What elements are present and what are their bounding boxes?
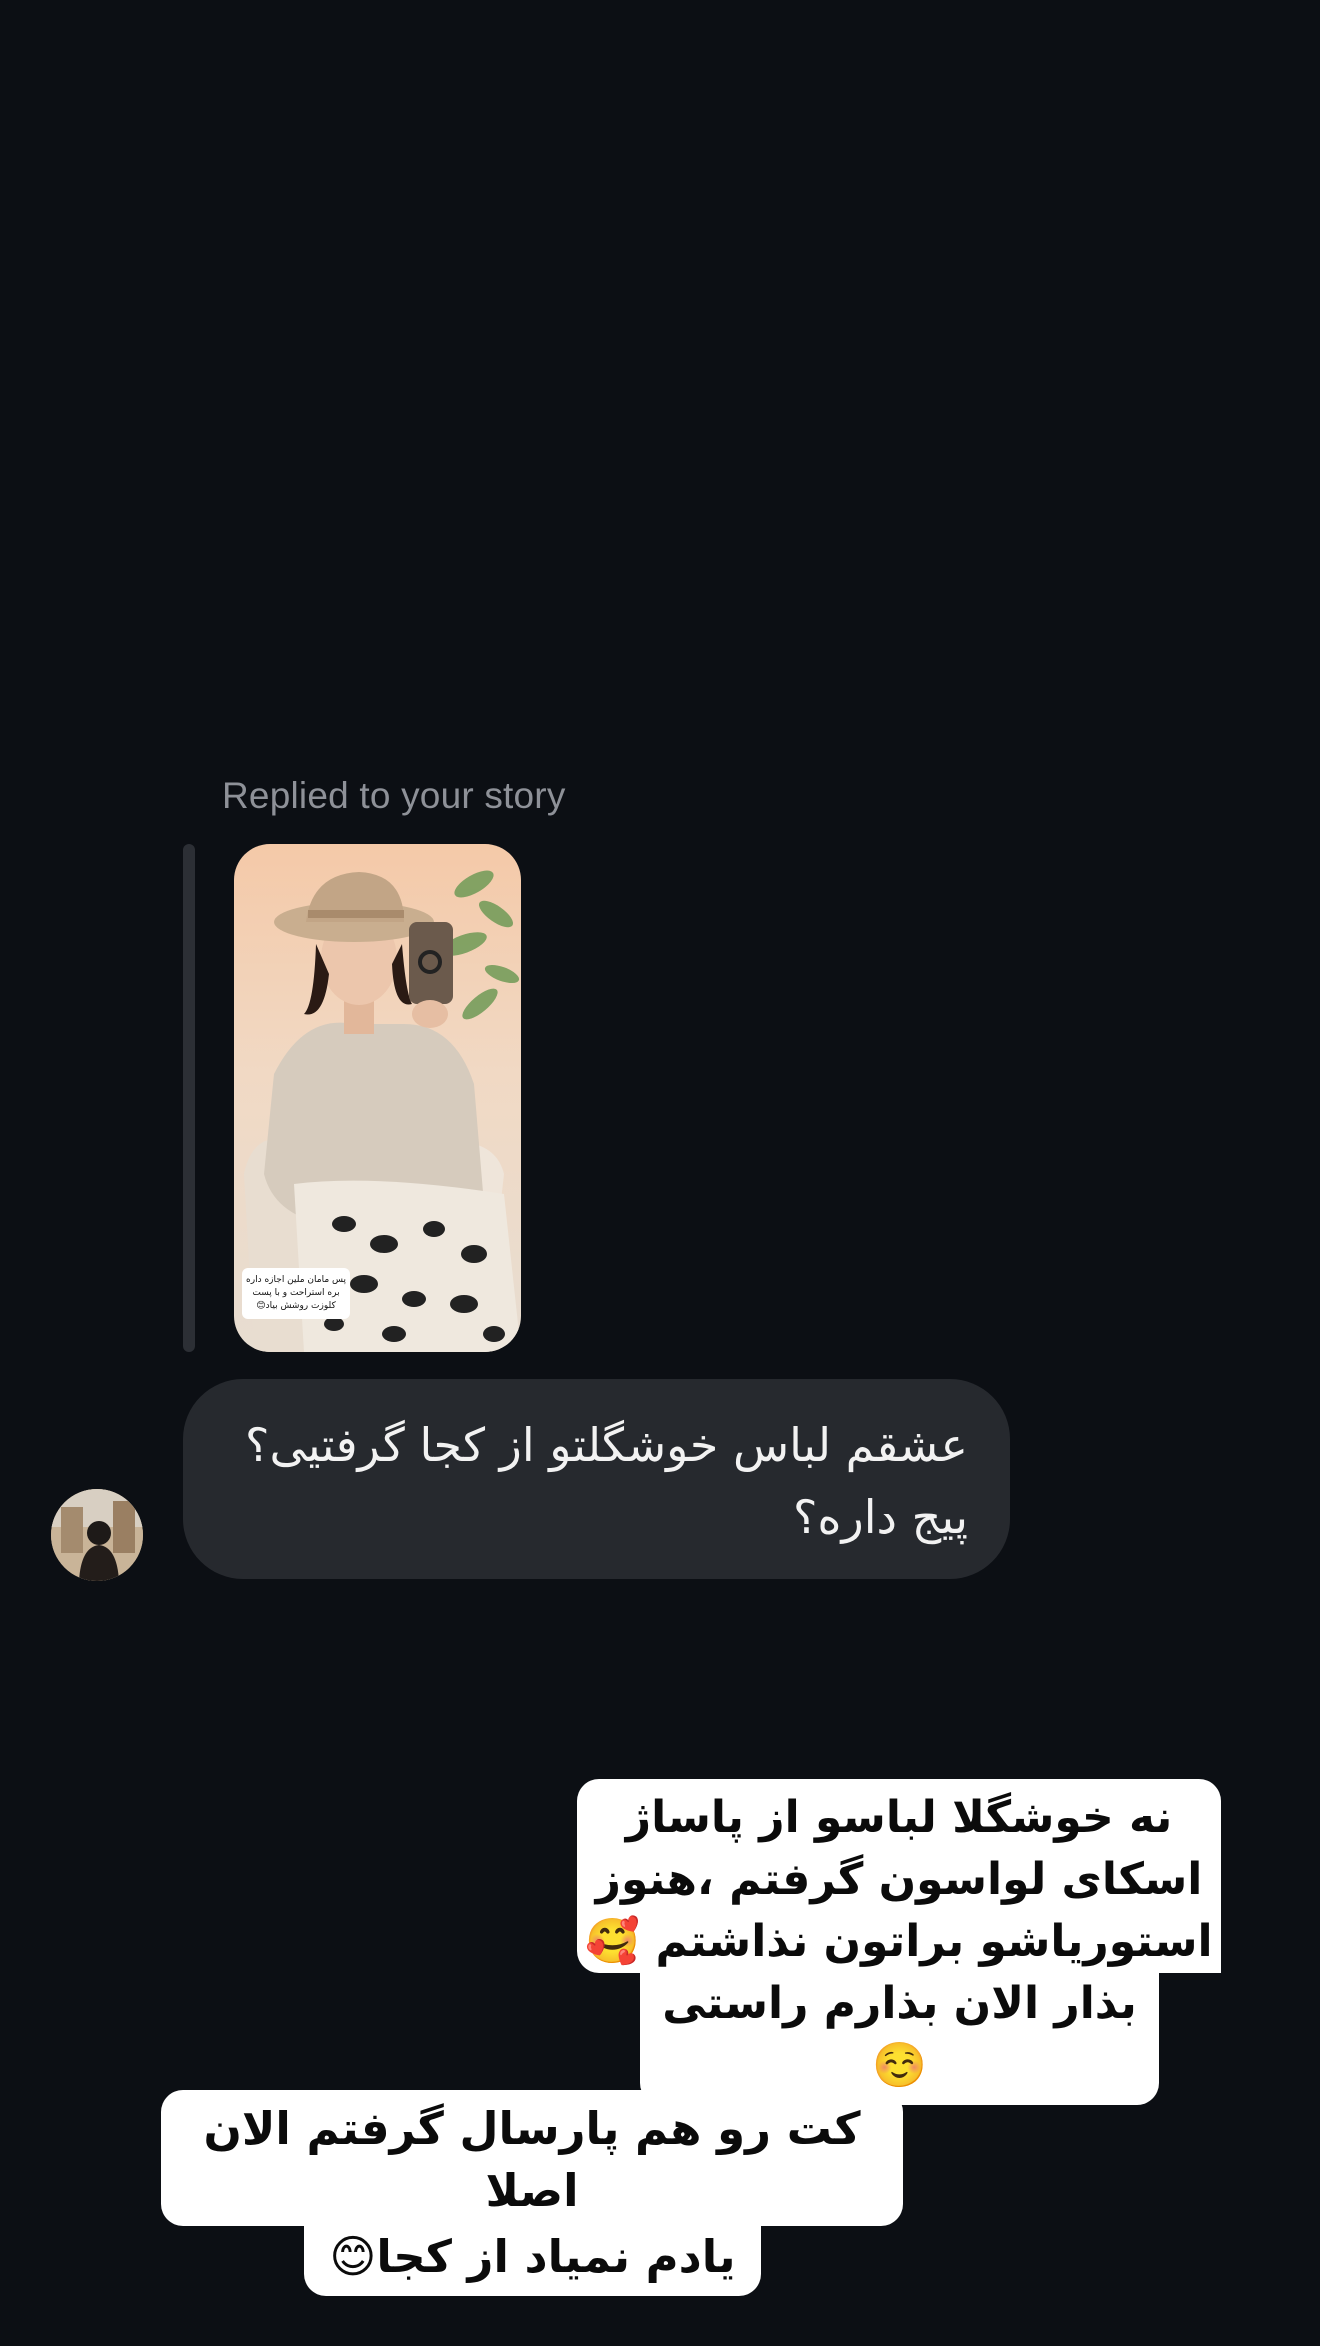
reply-context-label: Replied to your story	[222, 775, 566, 816]
reply-text-sticker[interactable]: کت رو هم پارسال گرفتم الان اصلا یادم نمی…	[161, 2090, 903, 2296]
message-line: عشقم لباس خوشگلتو از کجا گرفتیی؟	[245, 1418, 968, 1472]
story-thumbnail[interactable]: پس مامان ملین اجازه داره بره استراحت و ب…	[234, 844, 521, 1352]
reply-quote-bar	[183, 844, 195, 1352]
sticker-line: استوریاشو براتون نذاشتم 🥰	[577, 1911, 1221, 1973]
sticker-line: بذار الان بذارم راستی☺️	[640, 1973, 1159, 2105]
message-line: پیج داره؟	[793, 1490, 968, 1544]
sticker-line: نه خوشگلا لباسو از پاساژ	[577, 1779, 1221, 1849]
sticker-line: اسکای لواسون گرفتم ،هنوز	[577, 1849, 1221, 1911]
reply-text-sticker[interactable]: نه خوشگلا لباسو از پاساژ اسکای لواسون گر…	[577, 1779, 1221, 2105]
sticker-line: کت رو هم پارسال گرفتم الان اصلا	[161, 2090, 903, 2226]
avatar[interactable]	[51, 1489, 143, 1581]
story-sticker-text: پس مامان ملین اجازه داره بره استراحت و ب…	[242, 1268, 350, 1319]
incoming-message-bubble[interactable]: عشقم لباس خوشگلتو از کجا گرفتیی؟ پیج دار…	[183, 1379, 1010, 1579]
avatar-photo	[51, 1489, 143, 1581]
